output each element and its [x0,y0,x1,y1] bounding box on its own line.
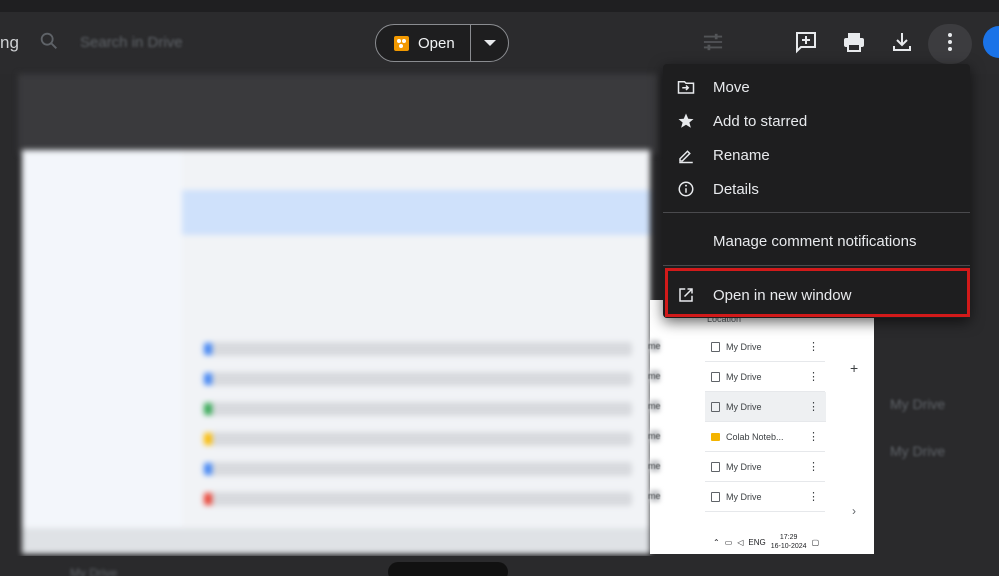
list-item: My Drive [705,482,825,512]
location-text: My Drive [726,341,762,352]
background-location-label: My Drive [890,396,946,412]
row-menu-icon: ⋮ [808,371,819,383]
clock: 17:29 16-10-2024 [771,533,807,551]
location-text: My Drive [726,461,762,472]
caret-down-icon [483,40,496,46]
location-text: Colab Noteb... [726,431,784,442]
menu-item-label: Manage comment notifications [713,232,917,250]
list-item: My Drive [705,362,825,392]
open-external-icon [679,288,693,302]
tray-arrow-icon: ⌃ [713,537,720,547]
tray-volume-icon: ◁ [737,537,744,547]
search-input[interactable]: Search in Drive [80,34,183,51]
clock-date: 16-10-2024 [770,543,807,550]
row-menu-icon: ⋮ [808,461,819,473]
app-name-fragment: ng [0,33,19,52]
open-button-label: Open [418,34,455,52]
preview-row [212,372,632,386]
open-with-button-group: Open [375,24,509,62]
list-item: Colab Noteb... [705,422,825,452]
owner-label: me [648,431,661,441]
tray-network-icon: ▭ [724,537,733,547]
preview-row [212,432,632,446]
owner-label: me [648,401,661,411]
row-menu-icon: ⋮ [808,431,819,443]
menu-item-label: Open in new window [713,286,852,304]
menu-item-add-to-starred[interactable]: Add to starred [663,104,970,138]
preview-banner [182,190,650,235]
open-button[interactable]: Open [376,25,471,61]
row-menu-icon: ⋮ [808,401,819,413]
move-to-folder-icon [677,81,695,94]
folder-icon [711,432,720,441]
system-tray: ⌃ ▭ ◁ ENG 17:29 16-10-2024 ▢ [713,530,874,554]
background-drive-label: My Drive [70,566,118,576]
tune-icon [703,33,723,51]
menu-divider [663,265,970,266]
location-text: My Drive [726,491,762,502]
open-with-dropdown[interactable] [471,25,508,61]
image-preview [22,150,650,554]
menu-item-label: Move [713,78,750,96]
plus-icon: + [850,360,859,376]
app-icon [394,35,409,51]
add-comment-icon[interactable] [794,30,818,54]
print-icon[interactable] [842,30,866,54]
menu-item-move[interactable]: Move [663,70,970,104]
location-text: My Drive [726,401,762,412]
preview-file-list: Location me My Drive ⋮ me My Drive ⋮ me … [648,300,874,554]
menu-divider [663,212,970,213]
more-actions-menu: Move Add to starred Rename Details Manag… [663,64,970,318]
row-menu-icon: ⋮ [808,341,819,353]
menu-item-rename[interactable]: Rename [663,138,970,172]
chevron-right-icon: › [852,504,856,518]
owner-label: me [648,341,661,351]
owner-label: me [648,371,661,381]
preview-row [212,402,632,416]
notification-icon: ▢ [811,537,820,547]
row-menu-icon: ⋮ [808,491,819,503]
bottom-pill [388,562,508,576]
preview-row [212,492,632,506]
top-strip [0,0,999,12]
preview-browser-bar [18,74,658,154]
menu-item-label: Add to starred [713,112,808,130]
list-item: My Drive [705,452,825,482]
menu-item-open-in-new-window[interactable]: Open in new window [663,272,970,318]
menu-item-label: Details [713,180,759,198]
search-icon[interactable] [38,30,60,52]
drive-icon [711,491,720,502]
drive-icon [711,461,720,472]
drive-icon [711,341,720,352]
pencil-icon [679,150,693,164]
preview-row [212,462,632,476]
download-icon[interactable] [890,30,914,54]
clock-time: 17:29 [779,534,798,541]
owner-label: me [648,491,661,501]
menu-item-manage-comment-notifications[interactable]: Manage comment notifications [663,217,970,265]
drive-icon [711,401,720,412]
info-icon [678,181,694,197]
more-vert-icon [948,33,952,51]
star-icon [678,113,694,128]
language-indicator: ENG [748,537,766,547]
background-location-label: My Drive [890,443,946,459]
list-item: My Drive [705,332,825,362]
owner-label: me [648,461,661,471]
preview-sidebar [22,150,182,554]
location-text: My Drive [726,371,762,382]
drive-icon [711,371,720,382]
menu-item-details[interactable]: Details [663,172,970,206]
preview-row [212,342,632,356]
menu-item-label: Rename [713,146,770,164]
preview-taskbar [22,528,650,554]
